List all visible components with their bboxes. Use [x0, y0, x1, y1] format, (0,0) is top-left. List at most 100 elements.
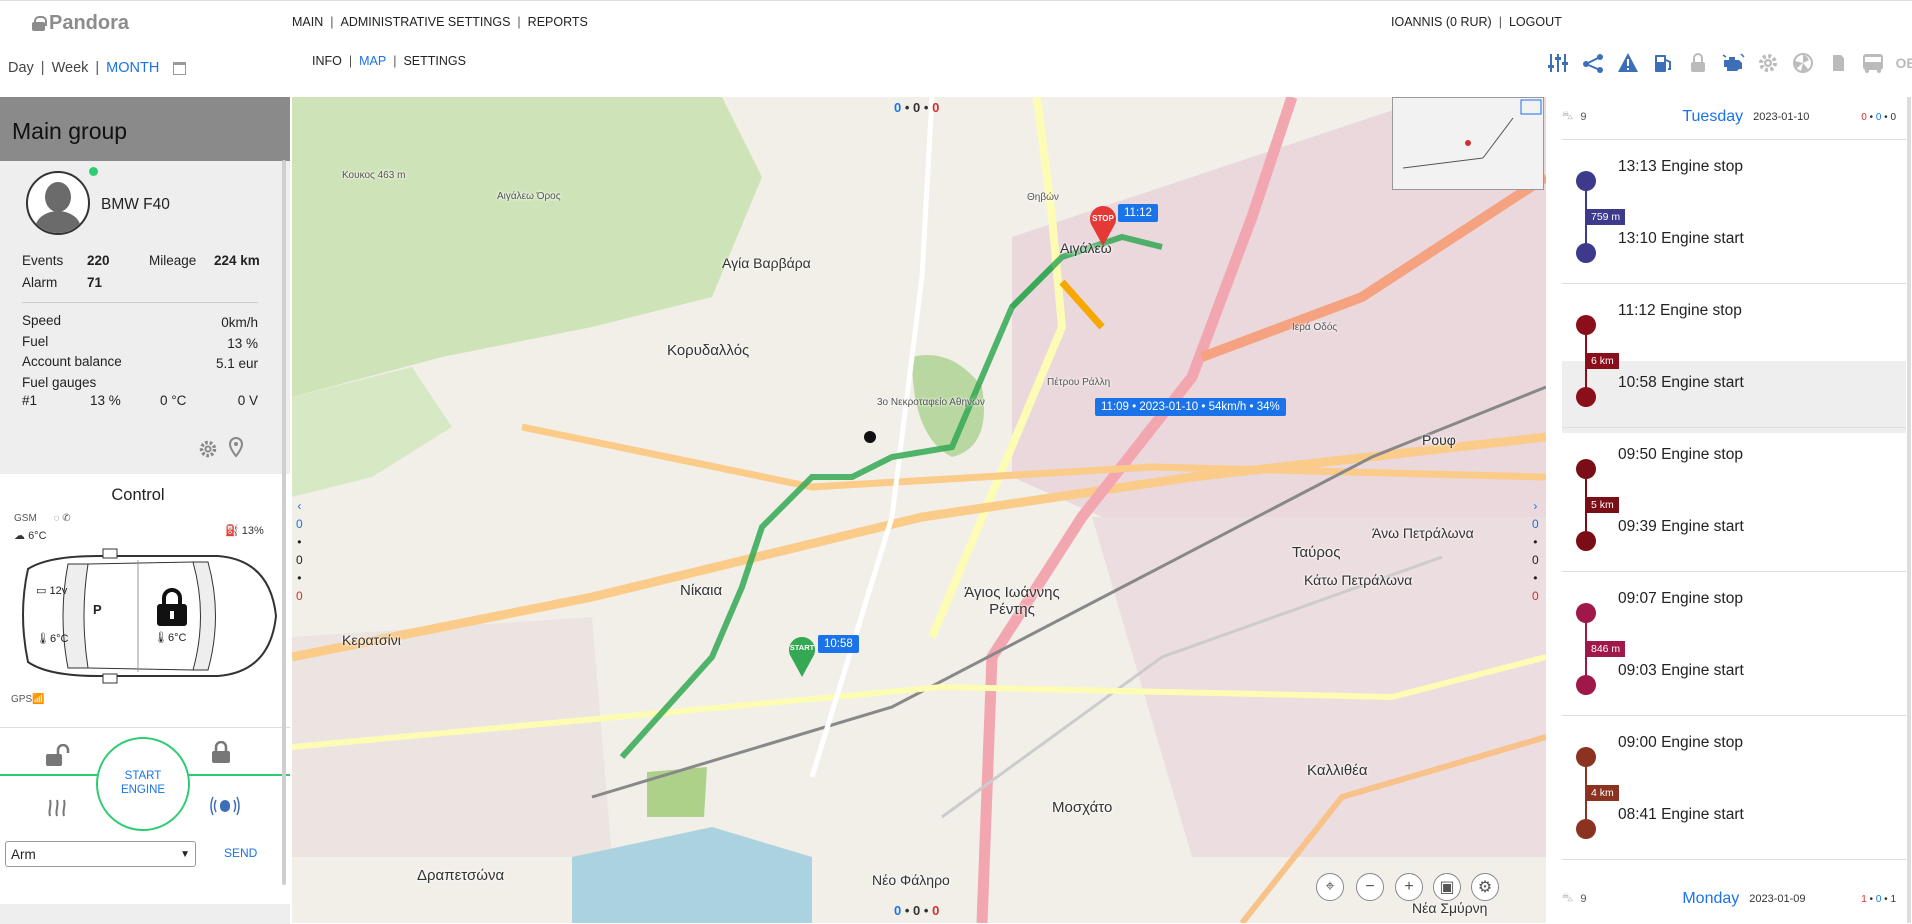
siren-icon[interactable] [210, 794, 240, 818]
fuel-icon: ⛽ [225, 525, 239, 537]
map-label-small: Κουκος 463 m [342, 170, 406, 181]
day-header-monday[interactable]: ⛍ 9 Monday 2023-01-09 1 • 0 • 1 [1562, 881, 1896, 917]
period-week[interactable]: Week [52, 60, 89, 76]
fullscreen-icon[interactable]: ▣ [1433, 873, 1461, 901]
route-icon[interactable] [1581, 51, 1605, 75]
start-marker[interactable] [786, 633, 818, 678]
fan-icon[interactable] [1791, 51, 1815, 75]
chevron-right-icon[interactable]: › [1532, 497, 1539, 515]
map-label: Ρουφ [1422, 432, 1456, 448]
tab-settings[interactable]: SETTINGS [403, 54, 466, 68]
event-engine-stop[interactable]: 09:00 Engine stop [1562, 721, 1906, 793]
sliders-icon[interactable] [1546, 51, 1570, 75]
lock-icon[interactable] [210, 740, 234, 765]
battery-icon: ▭ [36, 585, 47, 597]
divider [1562, 859, 1906, 860]
event-engine-stop[interactable]: 13:13 Engine stop [1562, 145, 1906, 217]
event-engine-stop[interactable]: 09:50 Engine stop [1562, 433, 1906, 505]
lock-icon[interactable] [1686, 51, 1710, 75]
bus-icon[interactable] [1861, 51, 1885, 75]
divider [0, 727, 290, 728]
nav-administrative-settings[interactable]: ADMINISTRATIVE SETTINGS [341, 15, 511, 29]
car-diagram [22, 548, 278, 684]
right-scrollbar[interactable] [1907, 97, 1911, 923]
map-label: Κορυδαλλός [667, 342, 750, 359]
event-engine-start[interactable]: 13:10 Engine start [1562, 217, 1906, 289]
gear-icon[interactable]: ⚙ [1471, 873, 1499, 901]
divider [1562, 139, 1906, 140]
engine-icon[interactable] [1721, 51, 1745, 75]
phone-icon[interactable] [1826, 51, 1850, 75]
event-engine-stop[interactable]: 09:07 Engine stop [1562, 577, 1906, 649]
map-view[interactable]: 0 • 0 • 0 0 • 0 • 0 ‹ 0 • 0 • 0 › 0 • 0 … [292, 97, 1546, 923]
map-label: Νέο Φάληρο [872, 872, 950, 888]
control-panel: Control GSM ◌ ✆ ☁ 6°C ⛽ 13% ▭ 12v P 🌡6°C… [0, 474, 290, 904]
unlock-icon[interactable] [44, 743, 72, 768]
mode-select[interactable]: Arm ▼ [5, 841, 196, 867]
start-engine-button[interactable]: START ENGINE [96, 737, 190, 831]
left-scrollbar[interactable] [282, 160, 286, 885]
location-pin-icon[interactable] [226, 436, 250, 460]
map-label: Μοσχάτο [1052, 799, 1113, 816]
divider [1562, 571, 1906, 572]
warning-icon[interactable] [1616, 51, 1640, 75]
divider [1562, 715, 1906, 716]
pandora-logo[interactable]: Pandora [32, 12, 129, 35]
period-day[interactable]: Day [8, 60, 34, 76]
map-top-counter: 0 • 0 • 0 [894, 100, 940, 115]
fuel-pump-icon[interactable] [1651, 51, 1675, 75]
obd-icon[interactable]: OBD [1895, 51, 1912, 75]
logout-link[interactable]: LOGOUT [1509, 15, 1562, 29]
sub-nav: INFO | MAP | SETTINGS [312, 54, 466, 68]
stop-marker-label: STOP [1092, 214, 1114, 223]
location-pin-icon[interactable]: ⌖ [1316, 873, 1344, 901]
thermometer-icon: 🌡 [154, 632, 168, 644]
event-engine-start[interactable]: 08:41 Engine start [1562, 793, 1906, 865]
fuel-gauges-label: Fuel gauges [22, 375, 97, 390]
event-engine-start[interactable]: 09:03 Engine start [1562, 649, 1906, 721]
period-month[interactable]: MONTH [106, 60, 159, 76]
tab-info[interactable]: INFO [312, 54, 342, 68]
speed-label: Speed [22, 313, 62, 328]
chevron-left-icon[interactable]: ‹ [296, 497, 303, 515]
zoom-in-button[interactable]: + [1395, 873, 1423, 901]
vehicle-card[interactable]: BMW F40 Events 220 Mileage 224 km Alarm … [0, 161, 290, 474]
alarm-label: Alarm [22, 275, 58, 290]
cabin-temp: 🌡6°C [154, 632, 187, 644]
trip-distance-badge: 4 km [1586, 785, 1619, 801]
tab-map[interactable]: MAP [359, 54, 386, 68]
divider [1562, 427, 1906, 428]
start-marker-label: START [789, 643, 815, 652]
map-canvas [292, 97, 1546, 923]
zoom-out-button[interactable]: − [1356, 873, 1384, 901]
map-label: Νίκαια [680, 582, 723, 599]
event-time: 09:00 Engine stop [1618, 734, 1743, 751]
cloud-icon: ☁ [14, 530, 25, 542]
group-title: Main group [12, 118, 128, 144]
event-engine-stop[interactable]: 11:12 Engine stop [1562, 289, 1906, 361]
calendar-icon[interactable] [173, 61, 187, 75]
event-time: 09:39 Engine start [1618, 518, 1744, 535]
map-left-counter[interactable]: ‹ 0 • 0 • 0 [296, 497, 303, 605]
nav-reports[interactable]: REPORTS [528, 15, 588, 29]
user-account[interactable]: IOANNIS (0 RUR) [1391, 15, 1492, 29]
stop-marker[interactable] [1087, 202, 1119, 247]
gauge-volt: 0 V [237, 393, 258, 408]
settings-gear-icon[interactable] [198, 439, 222, 463]
heater-icon[interactable] [46, 794, 70, 818]
event-engine-start[interactable]: 10:58 Engine start [1562, 361, 1906, 433]
map-label: Άνω Πετράλωνα [1372, 525, 1474, 541]
day-header-tuesday[interactable]: ⛍ 9 Tuesday 2023-01-10 0 • 0 • 0 [1562, 99, 1896, 135]
period-selector: Day | Week | MONTH [8, 60, 187, 76]
gear-icon[interactable] [1756, 51, 1780, 75]
event-time: 09:03 Engine start [1618, 662, 1744, 679]
minimap[interactable] [1392, 97, 1544, 190]
map-label: Αγία Βαρβάρα [722, 255, 811, 271]
send-button[interactable]: SEND [224, 846, 257, 860]
map-label: Καλλιθέα [1307, 762, 1368, 779]
event-engine-start[interactable]: 09:39 Engine start [1562, 505, 1906, 577]
events-label: Events [22, 253, 64, 268]
nav-main[interactable]: MAIN [292, 15, 323, 29]
map-right-counter[interactable]: › 0 • 0 • 0 [1532, 497, 1539, 605]
group-header[interactable]: Main group [0, 97, 290, 161]
